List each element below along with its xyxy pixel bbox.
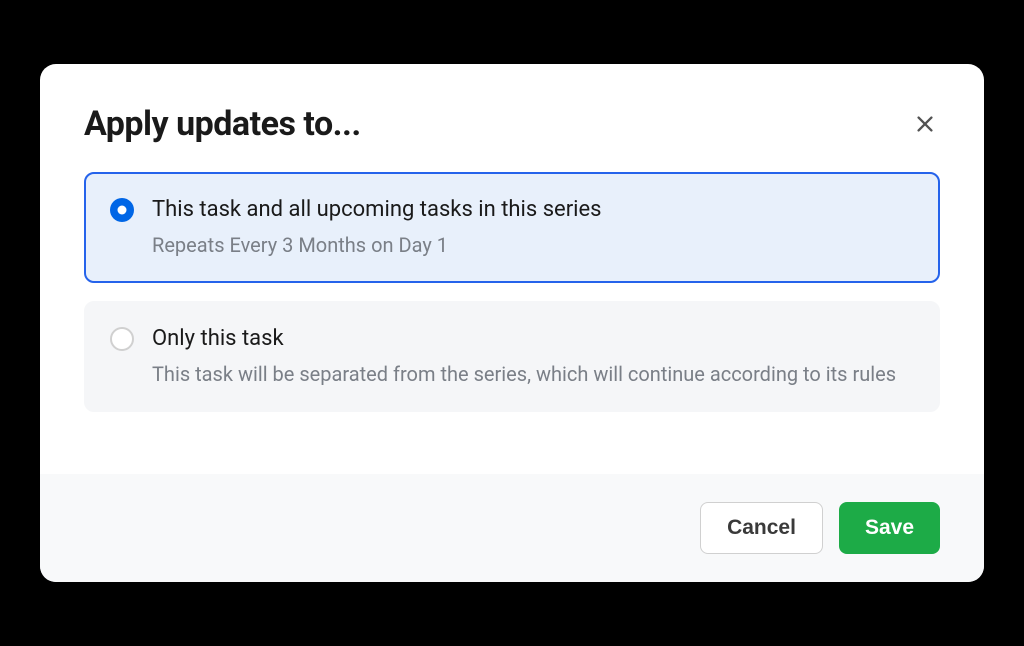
close-icon (914, 113, 936, 135)
radio-unchecked-icon (110, 327, 134, 351)
radio-checked-icon (110, 198, 134, 222)
option-title: Only this task (152, 325, 914, 354)
apply-updates-modal: Apply updates to... This task and all up… (40, 64, 984, 581)
modal-header: Apply updates to... (40, 64, 984, 172)
option-content: Only this task This task will be separat… (152, 325, 914, 388)
modal-body: This task and all upcoming tasks in this… (40, 172, 984, 473)
option-subtitle: Repeats Every 3 Months on Day 1 (152, 231, 914, 259)
option-series[interactable]: This task and all upcoming tasks in this… (84, 172, 940, 283)
modal-title: Apply updates to... (84, 104, 361, 144)
option-title: This task and all upcoming tasks in this… (152, 196, 914, 225)
close-button[interactable] (910, 109, 940, 139)
save-button[interactable]: Save (839, 502, 940, 554)
modal-footer: Cancel Save (40, 474, 984, 582)
cancel-button[interactable]: Cancel (700, 502, 823, 554)
option-subtitle: This task will be separated from the ser… (152, 360, 914, 388)
option-content: This task and all upcoming tasks in this… (152, 196, 914, 259)
option-single[interactable]: Only this task This task will be separat… (84, 301, 940, 412)
